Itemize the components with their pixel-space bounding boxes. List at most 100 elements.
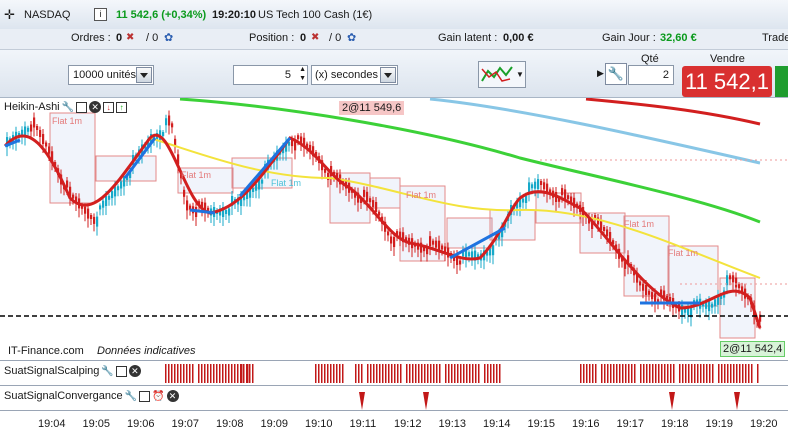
candle-body (543, 182, 546, 190)
scalping-signal-bar (658, 364, 660, 383)
position-total: / 0 (329, 32, 342, 44)
stepper-up-icon[interactable]: ▲ (299, 66, 306, 73)
scalping-signal-bar (186, 364, 188, 383)
scalping-signal-bar (445, 364, 447, 383)
chevron-down-icon[interactable] (136, 67, 152, 83)
orders-cancel-icon[interactable]: ✖ (126, 32, 134, 43)
scalping-signal-bar (583, 364, 585, 383)
instrument-code[interactable]: NASDAQ (24, 9, 70, 21)
candle-body (102, 200, 105, 208)
scalping-signal-bar (222, 364, 224, 383)
time-tick-label: 19:10 (305, 418, 333, 430)
convergance-panel[interactable]: SuatSignalConvergance 🔧 ⏰ ✕ (0, 385, 788, 411)
scalping-signal-bar (649, 364, 651, 383)
scalping-signal-bar (436, 364, 438, 383)
scalping-signal-bar (655, 364, 657, 383)
interval-unit-select[interactable]: (x) secondes (311, 65, 398, 85)
wrench-icon[interactable]: 🔧 (605, 63, 627, 85)
scalping-signal-bar (736, 364, 738, 383)
scalping-signal-bar (219, 364, 221, 383)
candle-body (111, 191, 114, 199)
chart-type-button[interactable]: ▼ (478, 61, 526, 88)
candle-body (252, 188, 255, 192)
position-close-icon[interactable]: ✖ (311, 32, 319, 43)
panel-expand-icon[interactable]: ▶ (597, 68, 604, 79)
scalping-signal-bar (682, 364, 684, 383)
scalping-signal-bar (604, 364, 606, 383)
scalping-signal-bar (613, 364, 615, 383)
scalping-signal-bar (213, 364, 215, 383)
scalping-signal-bar (409, 364, 411, 383)
price-chart[interactable]: Heikin-Ashi 🔧 ✕ ↓ ↑ 2@11 549,6 Flat 1m F… (0, 98, 788, 360)
instrument-info-icon[interactable]: i (94, 8, 107, 21)
candle-body (96, 216, 99, 227)
flat-zone-label: Flat 1m (52, 116, 83, 126)
stepper-down-icon[interactable]: ▼ (299, 75, 306, 82)
move-down-icon[interactable]: ↓ (103, 101, 115, 113)
scalping-signal-bar (165, 364, 167, 383)
candle-body (534, 181, 537, 189)
indicator-name[interactable]: Heikin-Ashi (4, 101, 60, 113)
scalping-signal-bar (370, 364, 372, 383)
scalping-signal-bar (430, 364, 432, 383)
orders-settings-icon[interactable]: ✿ (164, 31, 173, 44)
candle-body (366, 191, 369, 202)
scalping-signal-bar (373, 364, 375, 383)
time-tick-label: 19:15 (527, 418, 556, 430)
scalping-signal-bar (388, 364, 390, 383)
time-tick-label: 19:06 (127, 418, 155, 430)
scalping-signal-bar (718, 364, 720, 383)
maximize-icon[interactable] (76, 101, 88, 113)
scalping-signal-bar (730, 364, 732, 383)
qty-input[interactable]: 2 (628, 65, 674, 85)
top-order-marker[interactable]: 2@11 549,6 (339, 101, 405, 115)
candle-body (99, 205, 102, 210)
chevron-down-icon[interactable]: ▼ (516, 70, 524, 79)
scalping-signal-bar (330, 364, 332, 383)
flat-zone-label: Flat 1m (406, 190, 437, 200)
close-icon[interactable]: ✕ (89, 101, 102, 113)
scalping-signal-bar (358, 364, 360, 383)
crosshair-icon[interactable]: ✛ (4, 7, 15, 23)
scalping-signal-bar (724, 364, 726, 383)
candle-body (648, 290, 651, 295)
scalping-signal-bar (739, 364, 741, 383)
candle-body (651, 292, 654, 300)
scalping-signal-bar (324, 364, 326, 383)
scalping-signal-bar (327, 364, 329, 383)
candle-body (183, 189, 186, 197)
move-up-icon[interactable]: ↑ (116, 101, 128, 113)
orders-count: 0 (116, 32, 123, 44)
chevron-down-icon[interactable] (380, 67, 396, 83)
candle-body (606, 229, 609, 237)
units-value: 10000 unités (73, 69, 136, 81)
candle-body (165, 118, 168, 126)
candle-body (123, 176, 126, 187)
scalping-signal-bar (619, 364, 621, 383)
scalping-signal-bar (610, 364, 612, 383)
candle-body (297, 135, 300, 140)
scalping-signal-bar (694, 364, 696, 383)
scalping-signal-bar (646, 364, 648, 383)
position-settings-icon[interactable]: ✿ (347, 31, 356, 44)
scalping-signal-bar (496, 364, 498, 383)
units-select[interactable]: 10000 unités (68, 65, 154, 85)
buy-button-edge[interactable] (775, 66, 788, 97)
scalping-signal-bar (697, 364, 699, 383)
scalping-panel[interactable]: SuatSignalScalping 🔧 ✕ (0, 360, 788, 385)
scalping-signal-bar (652, 364, 654, 383)
scalping-signal-bar (448, 364, 450, 383)
candle-body (393, 237, 396, 248)
scalping-signal-bar (249, 364, 251, 383)
scalping-signal-bar (367, 364, 369, 383)
scalping-signal-bar (315, 364, 317, 383)
scalping-signal-bar (321, 364, 323, 383)
scalping-signal-bar (439, 364, 441, 383)
interval-stepper[interactable]: 5 ▲ ▼ (233, 65, 308, 85)
scalping-signal-bar (712, 364, 714, 383)
wrench-icon[interactable]: 🔧 (62, 102, 74, 113)
qty-value: 2 (662, 69, 669, 81)
scalping-signal-bar (433, 364, 435, 383)
sell-button[interactable]: 11 542,1 (682, 66, 772, 97)
candle-body (459, 260, 462, 265)
